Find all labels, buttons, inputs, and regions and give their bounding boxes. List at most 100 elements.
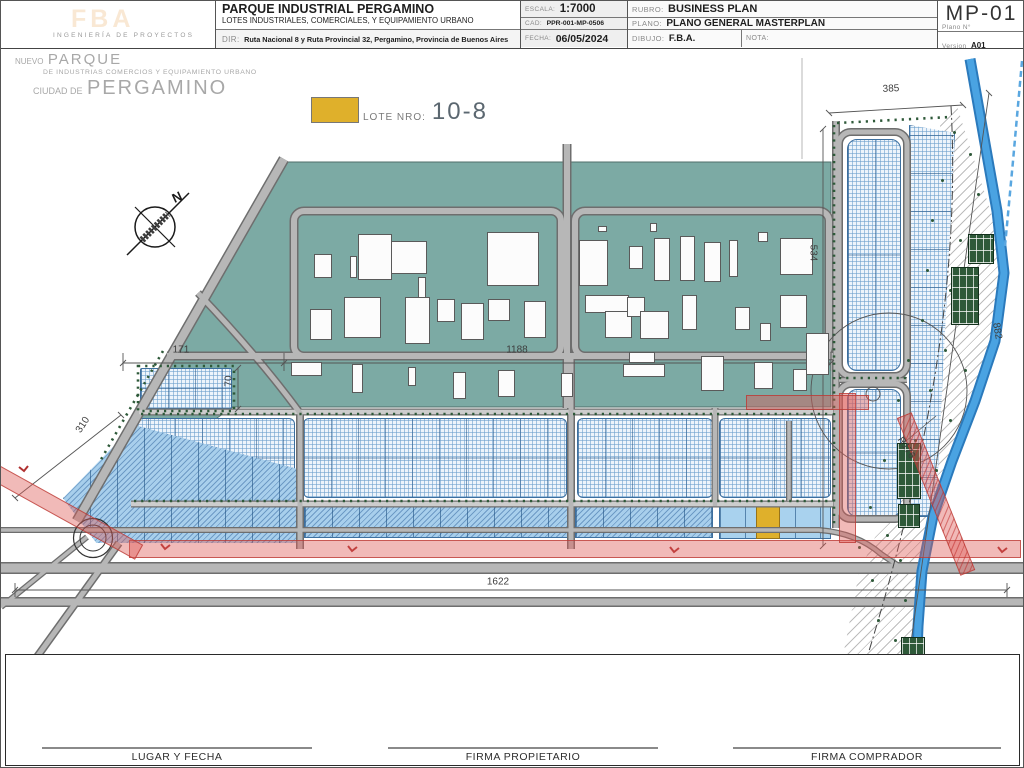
- tree-icon: [941, 179, 944, 182]
- dimension-label: 534: [808, 245, 819, 262]
- signature-label-comprador: FIRMA COMPRADOR: [733, 751, 1001, 763]
- lot-block: [303, 418, 567, 498]
- title-block: FBA INGENIERÍA DE PROYECTOS PARQUE INDUS…: [1, 1, 1024, 49]
- tree-icon: [931, 219, 934, 222]
- heading-ciudad: CIUDAD DE: [33, 86, 83, 96]
- lot-row: [304, 504, 569, 538]
- building-footprint: [806, 333, 829, 375]
- building-footprint: [487, 232, 539, 286]
- version-label: Version: [942, 43, 966, 50]
- project-cell: PARQUE INDUSTRIAL PERGAMINO LOTES INDUST…: [216, 1, 521, 48]
- tree-icon: [904, 599, 907, 602]
- tree-icon: [886, 534, 889, 537]
- heading-pergamino: PERGAMINO: [87, 77, 227, 99]
- logo-cell: FBA INGENIERÍA DE PROYECTOS: [1, 1, 216, 48]
- signature-line: [388, 747, 658, 749]
- dimension-label: 70: [224, 375, 235, 386]
- dimension-label: 1188: [506, 345, 528, 356]
- plan-info-cell: RUBRO: BUSINESS PLAN PLANO: PLANO GENERA…: [628, 1, 938, 48]
- scale-cell: ESCALA: 1:7000 CAD: PPR-001-MP-0506 FECH…: [521, 1, 628, 48]
- heading-nuevo: NUEVO: [15, 57, 43, 66]
- highlighted-lot-10-8: [756, 501, 780, 539]
- building-footprint: [629, 352, 655, 363]
- dimension-label: 882: [990, 322, 1004, 340]
- building-footprint: [358, 234, 392, 280]
- plano-label: PLANO:: [632, 19, 662, 28]
- tree-icon: [953, 131, 956, 134]
- tree-icon: [883, 459, 886, 462]
- heading-parque: PARQUE: [48, 51, 122, 68]
- tree-icon: [969, 153, 972, 156]
- tree-icon: [921, 319, 924, 322]
- tree-icon: [926, 269, 929, 272]
- project-title: PARQUE INDUSTRIAL PERGAMINO: [222, 2, 514, 16]
- lot-row: [575, 504, 713, 538]
- north-label: N: [170, 188, 185, 206]
- building-footprint: [680, 236, 695, 281]
- tree-icon: [964, 369, 967, 372]
- signature-line: [733, 747, 1001, 749]
- green-building-footprint: [951, 267, 979, 325]
- building-footprint: [314, 254, 332, 278]
- tree-icon: [944, 349, 947, 352]
- building-footprint: [310, 309, 332, 340]
- sheet-number-cell: MP-01 Plano N° Version A01: [938, 1, 1024, 48]
- dimension-label: 171: [173, 345, 190, 356]
- sheet-number-label: Plano N°: [942, 24, 971, 31]
- red-road-overlay: [746, 395, 869, 410]
- red-road-overlay: [129, 540, 1021, 558]
- dir-label: DIR:: [222, 35, 240, 44]
- signature-label-propietario: FIRMA PROPIETARIO: [388, 751, 658, 763]
- plan-heading: NUEVO PARQUE DE INDUSTRIAS COMERCIOS Y E…: [15, 51, 257, 100]
- building-footprint: [291, 362, 322, 376]
- signature-box: LUGAR Y FECHA FIRMA PROPIETARIO FIRMA CO…: [5, 654, 1020, 766]
- tree-icon: [897, 399, 900, 402]
- building-footprint: [352, 364, 363, 393]
- building-footprint: [524, 301, 546, 338]
- building-footprint: [405, 297, 430, 344]
- tree-icon: [977, 193, 980, 196]
- dir-value: Ruta Nacional 8 y Ruta Provincial 32, Pe…: [244, 35, 508, 44]
- lot-block-right: [847, 139, 901, 371]
- building-footprint: [760, 323, 771, 341]
- fecha-label: FECHA:: [525, 35, 551, 42]
- cad-value: PPR-001-MP-0506: [547, 20, 604, 27]
- escala-value: 1:7000: [560, 3, 596, 15]
- dimension-label: 385: [882, 83, 899, 95]
- version-value: A01: [971, 41, 986, 50]
- tree-icon: [871, 579, 874, 582]
- building-footprint: [561, 373, 573, 397]
- lot-block: [577, 418, 713, 498]
- logo-tagline: INGENIERÍA DE PROYECTOS: [53, 32, 194, 39]
- heading-line2: DE INDUSTRIAS COMERCIOS Y EQUIPAMIENTO U…: [43, 69, 257, 76]
- tree-icon: [894, 639, 897, 642]
- building-footprint: [453, 372, 466, 399]
- legend-label: LOTE NRO:: [363, 112, 426, 123]
- building-footprint: [629, 246, 643, 269]
- building-footprint: [623, 364, 665, 377]
- plan-sheet: FBA INGENIERÍA DE PROYECTOS PARQUE INDUS…: [0, 0, 1024, 768]
- building-footprint: [344, 297, 381, 338]
- building-footprint: [579, 240, 608, 286]
- nota-label: NOTA:: [746, 35, 769, 42]
- signature-label-lugar: LUGAR Y FECHA: [42, 751, 312, 763]
- building-footprint: [498, 370, 515, 397]
- building-footprint: [704, 242, 721, 282]
- legend: LOTE NRO: 10-8: [311, 97, 488, 123]
- building-footprint: [650, 223, 657, 232]
- building-footprint: [654, 238, 670, 281]
- tree-icon: [877, 619, 880, 622]
- fecha-value: 06/05/2024: [556, 33, 609, 45]
- building-footprint: [598, 226, 607, 232]
- rubro-value: BUSINESS PLAN: [668, 3, 757, 15]
- logo-watermark: FBA: [71, 5, 134, 34]
- lot-block: [719, 418, 831, 498]
- building-footprint: [488, 299, 510, 321]
- legend-lot-number: 10-8: [432, 101, 488, 123]
- tree-icon: [899, 559, 902, 562]
- cad-label: CAD:: [525, 20, 542, 27]
- building-footprint: [793, 369, 807, 391]
- dibujo-label: DIBUJO:: [632, 34, 664, 43]
- building-footprint: [391, 241, 427, 274]
- building-footprint: [350, 256, 357, 278]
